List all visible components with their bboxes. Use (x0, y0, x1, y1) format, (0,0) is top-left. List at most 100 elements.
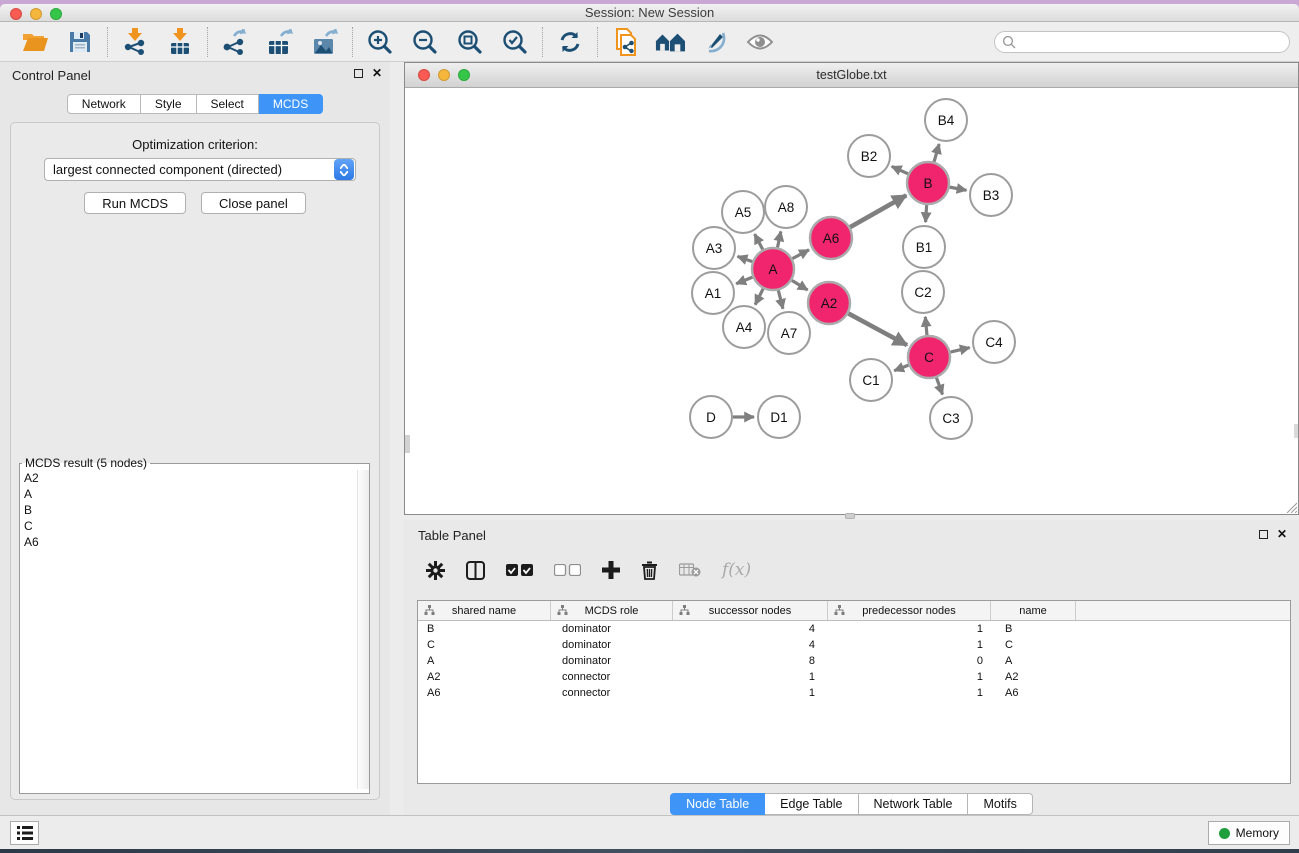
edge-B-B4[interactable] (934, 144, 939, 162)
import-table-button[interactable] (165, 27, 195, 57)
node-C4[interactable]: C4 (973, 321, 1015, 363)
save-session-button[interactable] (65, 27, 95, 57)
edge-B-B2[interactable] (892, 166, 908, 173)
float-table-panel-icon[interactable] (1259, 530, 1268, 539)
edge-A-A6[interactable] (792, 250, 809, 259)
close-panel-icon[interactable]: ✕ (372, 68, 382, 78)
tab-mcds[interactable]: MCDS (259, 94, 323, 114)
float-panel-icon[interactable] (354, 69, 363, 78)
edge-C-C4[interactable] (950, 348, 969, 352)
tab-motifs[interactable]: Motifs (968, 793, 1032, 815)
edge-C-C1[interactable] (894, 365, 908, 371)
node-A3[interactable]: A3 (693, 227, 735, 269)
edge-C-C2[interactable] (925, 317, 927, 335)
open-session-button[interactable] (20, 27, 50, 57)
show-column-button[interactable] (466, 561, 485, 580)
export-network-button[interactable] (220, 27, 250, 57)
node-A2[interactable]: A2 (808, 282, 850, 324)
edge-A-A7[interactable] (778, 290, 783, 308)
node-A8[interactable]: A8 (765, 186, 807, 228)
zoom-out-button[interactable] (410, 27, 440, 57)
node-C2[interactable]: C2 (902, 271, 944, 313)
close-window-button[interactable] (10, 8, 22, 20)
right-scroll-thumb[interactable] (1294, 424, 1298, 438)
node-A1[interactable]: A1 (692, 272, 734, 314)
tab-node-table[interactable]: Node Table (670, 793, 765, 815)
edge-A-A5[interactable] (755, 234, 763, 249)
select-all-button[interactable] (506, 564, 533, 576)
node-B[interactable]: B (907, 162, 949, 204)
node-D[interactable]: D (690, 396, 732, 438)
zoom-window-button[interactable] (50, 8, 62, 20)
table-row[interactable]: Cdominator41C (418, 637, 1290, 653)
network-zoom-button[interactable] (458, 69, 470, 81)
close-table-panel-icon[interactable]: ✕ (1277, 529, 1287, 539)
table-settings-button[interactable] (426, 561, 445, 580)
column-header-shared-name[interactable]: shared name (418, 601, 551, 620)
zoom-in-button[interactable] (365, 27, 395, 57)
apply-layout-button[interactable] (555, 27, 585, 57)
splitter-handle[interactable] (845, 513, 855, 519)
edge-A-A8[interactable] (778, 231, 781, 247)
function-builder-button[interactable]: f(x) (722, 560, 751, 580)
edge-A-A4[interactable] (755, 289, 763, 305)
delete-columns-button[interactable] (641, 561, 658, 580)
tab-style[interactable]: Style (141, 94, 197, 114)
deselect-all-button[interactable] (554, 564, 581, 576)
tab-edge-table[interactable]: Edge Table (765, 793, 858, 815)
edge-A-A2[interactable] (792, 280, 808, 290)
edge-A-A3[interactable] (738, 256, 753, 261)
zoom-fit-button[interactable] (455, 27, 485, 57)
criterion-select[interactable]: largest connected component (directed) (44, 158, 356, 181)
node-A6[interactable]: A6 (810, 217, 852, 259)
run-mcds-button[interactable]: Run MCDS (84, 192, 186, 214)
search-input[interactable] (1020, 33, 1289, 51)
tab-network-table[interactable]: Network Table (859, 793, 969, 815)
close-panel-button[interactable]: Close panel (201, 192, 306, 214)
network-close-button[interactable] (418, 69, 430, 81)
graph-canvas[interactable]: AA1A2A3A4A5A6A7A8BB1B2B3B4CC1C2C3C4DD1 (405, 88, 1298, 514)
delete-table-button[interactable] (679, 563, 701, 577)
show-hide-button[interactable] (745, 27, 775, 57)
left-scroll-thumb[interactable] (405, 435, 410, 453)
mcds-result-item[interactable]: A2 (20, 470, 357, 486)
node-C1[interactable]: C1 (850, 359, 892, 401)
node-B1[interactable]: B1 (903, 226, 945, 268)
export-image-button[interactable] (310, 27, 340, 57)
column-header-successor-nodes[interactable]: successor nodes (673, 601, 828, 620)
edge-A2-C[interactable] (848, 313, 907, 345)
export-table-button[interactable] (265, 27, 295, 57)
task-history-button[interactable] (10, 821, 39, 845)
node-A7[interactable]: A7 (768, 312, 810, 354)
zoom-selected-button[interactable] (500, 27, 530, 57)
mcds-result-item[interactable]: A (20, 486, 357, 502)
mcds-result-item[interactable]: A6 (20, 534, 357, 550)
edge-C-C3[interactable] (936, 378, 942, 395)
node-A5[interactable]: A5 (722, 191, 764, 233)
tab-select[interactable]: Select (197, 94, 259, 114)
create-column-button[interactable] (602, 561, 620, 579)
node-B2[interactable]: B2 (848, 135, 890, 177)
network-minimize-button[interactable] (438, 69, 450, 81)
node-A4[interactable]: A4 (723, 306, 765, 348)
import-network-button[interactable] (120, 27, 150, 57)
column-header-mcds-role[interactable]: MCDS role (551, 601, 673, 620)
result-scrollbar[interactable] (357, 470, 369, 789)
column-header-name[interactable]: name (991, 601, 1076, 620)
node-A[interactable]: A (752, 248, 794, 290)
node-C[interactable]: C (908, 336, 950, 378)
node-B4[interactable]: B4 (925, 99, 967, 141)
resize-grip-icon[interactable] (1284, 500, 1297, 513)
node-B3[interactable]: B3 (970, 174, 1012, 216)
table-row[interactable]: Adominator80A (418, 653, 1290, 669)
first-neighbors-button[interactable] (655, 27, 685, 57)
hide-graphics-details-button[interactable] (700, 27, 730, 57)
table-row[interactable]: A6connector11A6 (418, 685, 1290, 701)
minimize-window-button[interactable] (30, 8, 42, 20)
column-header-predecessor-nodes[interactable]: predecessor nodes (828, 601, 991, 620)
mcds-result-item[interactable]: C (20, 518, 357, 534)
edge-A6-B[interactable] (850, 195, 906, 227)
edge-B-B3[interactable] (950, 187, 967, 190)
clone-network-button[interactable] (610, 27, 640, 57)
mcds-result-item[interactable]: B (20, 502, 357, 518)
